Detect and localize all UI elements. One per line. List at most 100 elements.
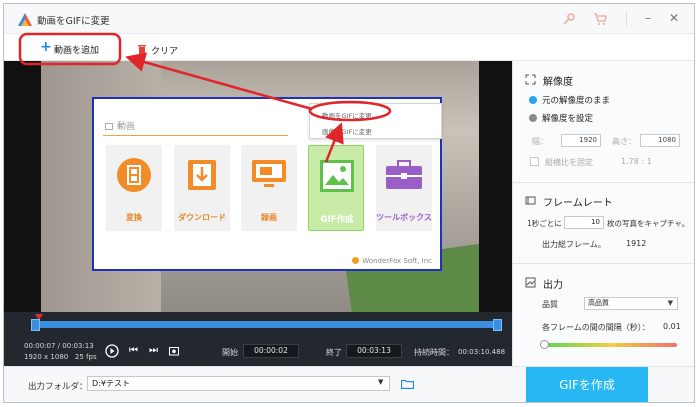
prev-frame-icon[interactable]: ⏮ [129, 345, 138, 357]
end-trim-handle[interactable] [493, 319, 502, 331]
play-icon[interactable] [105, 344, 119, 358]
tile-record-label: 録画 [261, 213, 277, 222]
tile-toolbox-label: ツールボックス [376, 213, 432, 222]
width-field[interactable]: 1920 [561, 134, 601, 147]
snapshot-icon[interactable] [169, 346, 179, 356]
interval-slider[interactable] [544, 343, 677, 347]
quality-select[interactable]: 高品質 ▼ [584, 297, 678, 310]
start-label: 開始 [222, 348, 238, 357]
plus-icon: + [40, 39, 52, 55]
clear-button[interactable]: クリア [138, 44, 182, 58]
add-video-label: 動画を追加 [54, 46, 100, 56]
key-icon[interactable] [562, 12, 576, 26]
height-label: 高さ： [612, 137, 636, 146]
output-icon [525, 277, 536, 288]
end-time-field[interactable]: 00:03:13 [346, 344, 402, 358]
cart-icon[interactable] [593, 12, 607, 26]
resolution-title: 解像度 [543, 77, 573, 88]
video-section-icon [105, 123, 113, 130]
tile-convert-label: 変換 [126, 213, 142, 222]
quality-value: 高品質 [588, 299, 609, 307]
interval-label: 各フレームの間の間隔（秒）： [542, 323, 650, 332]
fps-info: 25 fps [74, 353, 97, 361]
section-divider [513, 263, 694, 264]
timeline-track[interactable] [35, 321, 498, 328]
radio-keep-resolution[interactable] [529, 96, 537, 104]
framerate-suffix: 枚の写真をキャプチャ。 [607, 219, 690, 228]
position-value: 00:00:07 [24, 342, 56, 350]
bottom-bar: 出力フォルダ： D:¥テスト ▼ GIFを作成 [4, 366, 694, 402]
title-bar: 動画をGIFに変更 – ✕ [4, 4, 694, 34]
interval-value: 0.01 [663, 322, 681, 331]
inset-dropdown-item: 画像をGIFに変更 [322, 128, 372, 136]
framerate-title: フレームレート [543, 198, 613, 209]
inset-brand: WonderFox Soft, Inc [352, 257, 432, 265]
section-divider [513, 182, 694, 183]
inset-section-label: 動画 [117, 122, 136, 132]
aspect-lock-checkbox[interactable] [530, 157, 539, 166]
inset-section-header: 動画 [105, 119, 135, 132]
framerate-prefix: 1秒ごとに [527, 219, 562, 228]
output-folder-field[interactable]: D:¥テスト [87, 376, 390, 391]
close-button[interactable]: ✕ [666, 10, 682, 26]
film-icon [117, 158, 151, 192]
duration-readout: 00:03:10.488 [458, 348, 506, 356]
tile-toolbox: ツールボックス [376, 145, 432, 231]
app-logo-icon [18, 13, 32, 26]
player-controls: 00:00:07 / 00:03:13 1920 x 1080 25 fps ⏮… [4, 312, 512, 366]
inset-dropdown-item: 動画をGIFに変更 [322, 112, 372, 120]
image-icon [320, 160, 354, 192]
toolbar: + 動画を追加 クリア [4, 34, 694, 61]
tile-record: 録画 [241, 145, 297, 231]
next-frame-icon[interactable]: ⏭ [149, 345, 158, 357]
inset-dropdown: 動画をGIFに変更 画像をGIFに変更 [309, 103, 442, 139]
total-frames-value: 1912 [626, 239, 647, 248]
video-frame: 動画 変換 ダウンロード 録画 GIF作成 ツールボックス 動画をGIFに変更 … [41, 61, 479, 312]
start-time-field[interactable]: 00:00:02 [243, 344, 299, 358]
tile-convert: 変換 [106, 145, 162, 231]
output-folder-label: 出力フォルダ： [28, 382, 88, 392]
minimize-button[interactable]: – [640, 10, 656, 26]
download-icon [188, 160, 216, 190]
resize-icon [525, 74, 536, 85]
toolbox-icon [386, 160, 422, 189]
position-readout: 00:00:07 / 00:03:13 [24, 342, 94, 350]
duration-value: 00:03:13 [62, 342, 94, 350]
create-gif-button[interactable]: GIFを作成 [526, 367, 648, 402]
tile-gif-maker: GIF作成 [308, 145, 364, 231]
set-resolution-label: 解像度を設定 [542, 114, 594, 124]
tile-download: ダウンロード [174, 145, 230, 231]
tile-gif-maker-label: GIF作成 [320, 215, 354, 225]
tile-download-label: ダウンロード [178, 213, 226, 222]
video-preview: 動画 変換 ダウンロード 録画 GIF作成 ツールボックス 動画をGIFに変更 … [4, 61, 512, 312]
aspect-ratio-value: 1.78 : 1 [621, 157, 652, 166]
film-strip-icon [525, 196, 536, 205]
brand-text: WonderFox Soft, Inc [362, 257, 432, 265]
chevron-down-icon[interactable]: ▼ [378, 378, 388, 388]
interval-slider-knob[interactable] [540, 340, 549, 349]
folder-icon[interactable] [401, 379, 414, 389]
app-window: 動画をGIFに変更 – ✕ + 動画を追加 クリア 動画 変換 ダウンロード 録… [3, 3, 695, 403]
aspect-lock-label: 縦横比を固定 [545, 158, 593, 167]
height-field[interactable]: 1080 [640, 134, 680, 147]
output-settings-title: 出力 [543, 280, 563, 291]
quality-label: 品質 [542, 300, 558, 309]
inset-screenshot: 動画 変換 ダウンロード 録画 GIF作成 ツールボックス 動画をGIFに変更 … [92, 97, 442, 271]
title-divider [626, 12, 627, 26]
duration-label: 持続時間： [414, 348, 454, 357]
end-label: 終了 [326, 348, 342, 357]
media-info: 1920 x 1080 25 fps [24, 353, 97, 361]
settings-panel: 解像度 元の解像度のまま 解像度を設定 幅： 1920 高さ： 1080 縦横比… [512, 61, 694, 366]
radio-set-resolution[interactable] [529, 114, 537, 122]
keep-resolution-label: 元の解像度のまま [542, 96, 611, 106]
width-label: 幅： [532, 137, 548, 146]
chevron-down-icon: ▼ [667, 299, 673, 307]
monitor-icon [252, 160, 286, 187]
inset-divider [103, 135, 288, 136]
resolution-info: 1920 x 1080 [24, 353, 69, 361]
trash-icon [138, 45, 146, 54]
start-trim-handle[interactable] [31, 319, 40, 331]
framerate-field[interactable]: 10 [564, 216, 604, 229]
total-frames-label: 出力総フレーム。 [542, 240, 606, 249]
window-title: 動画をGIFに変更 [37, 16, 110, 27]
